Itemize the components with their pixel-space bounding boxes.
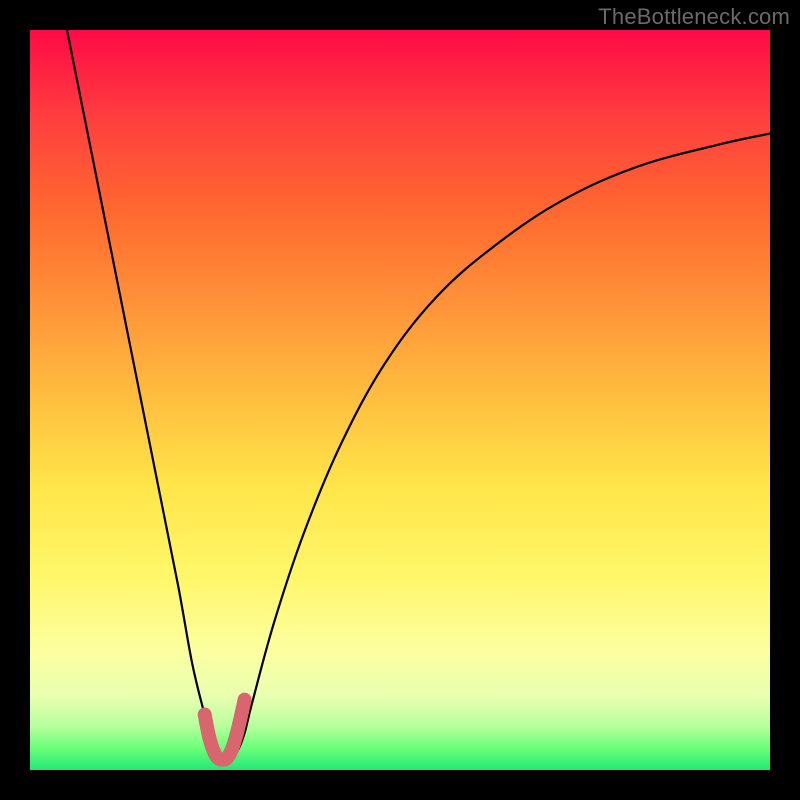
- bottleneck-marker-line: [205, 700, 245, 760]
- watermark-text: TheBottleneck.com: [598, 4, 790, 30]
- chart-svg: [30, 30, 770, 770]
- bottleneck-curve-line: [67, 30, 770, 760]
- chart-plot-area: [30, 30, 770, 770]
